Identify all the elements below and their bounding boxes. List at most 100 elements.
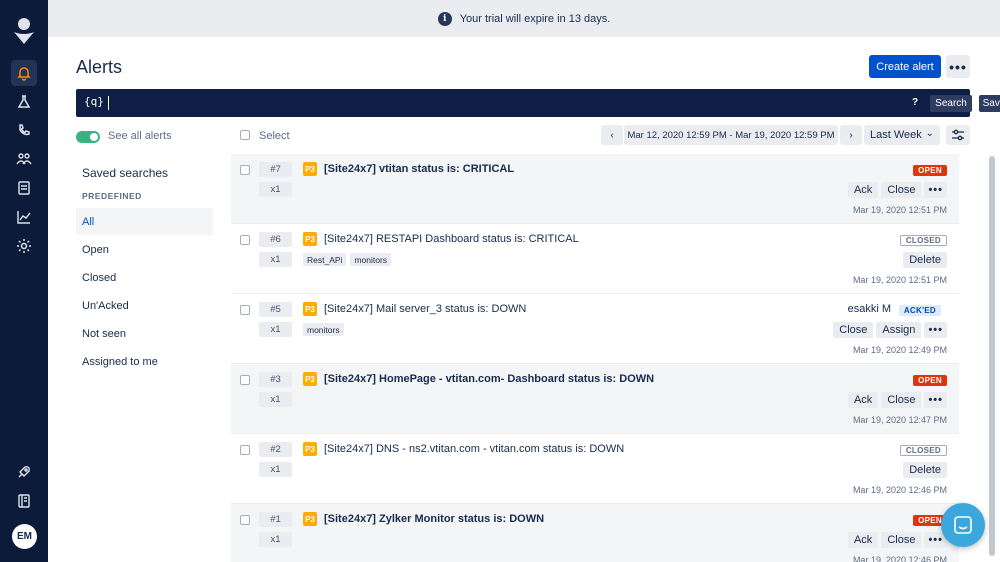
- alert-more-button[interactable]: •••: [924, 182, 947, 198]
- close-button[interactable]: Close: [881, 182, 922, 198]
- bell-icon[interactable]: [11, 60, 37, 86]
- alert-message[interactable]: [Site24x7] RESTAPI Dashboard status is: …: [324, 233, 579, 245]
- sliders-icon: [952, 129, 964, 141]
- alert-row[interactable]: #2 x1 P3 [Site24x7] DNS - ns2.vtitan.com - …: [231, 434, 959, 504]
- alert-checkbox[interactable]: [240, 515, 250, 525]
- alert-checkbox[interactable]: [240, 165, 250, 175]
- chat-button[interactable]: [941, 503, 985, 547]
- delete-button[interactable]: Delete: [903, 252, 947, 268]
- book-icon[interactable]: [11, 488, 37, 514]
- date-next-button[interactable]: ›: [840, 125, 862, 145]
- status-badge: OPEN: [913, 165, 947, 176]
- info-icon: i: [437, 11, 452, 26]
- flask-icon[interactable]: [11, 89, 37, 115]
- alert-row[interactable]: #7 x1 P3 [Site24x7] vtitan status is: CRITI…: [231, 154, 959, 224]
- alert-row[interactable]: #3 x1 P3 [Site24x7] HomePage - vtitan.com- …: [231, 364, 959, 434]
- chart-icon[interactable]: [11, 204, 37, 230]
- status-badge: CLOSED: [899, 235, 947, 246]
- alert-row[interactable]: #6 x1 P3 [Site24x7] RESTAPI Dashboard statu…: [231, 224, 959, 294]
- alert-message[interactable]: [Site24x7] Mail server_3 status is: DOWN: [324, 303, 526, 315]
- saved-searches-title: Saved searches: [82, 166, 169, 180]
- tag[interactable]: monitors: [303, 323, 344, 336]
- service-icon[interactable]: [11, 175, 37, 201]
- alert-checkbox[interactable]: [240, 235, 250, 245]
- alert-actions: Close Assign •••: [833, 322, 947, 338]
- alert-actions: Ack Close •••: [847, 182, 947, 198]
- saved-search-item[interactable]: Closed: [76, 264, 213, 291]
- saved-search-item[interactable]: Not seen: [76, 320, 213, 347]
- priority-badge: P3: [303, 442, 317, 456]
- save-search-button[interactable]: Save: [979, 95, 1000, 112]
- status-badge: ACK'ED: [898, 305, 941, 316]
- alert-checkbox[interactable]: [240, 375, 250, 385]
- page-title: Alerts: [76, 57, 123, 77]
- saved-search-item[interactable]: All: [76, 208, 213, 235]
- alert-checkbox[interactable]: [240, 305, 250, 315]
- select-all-checkbox[interactable]: [240, 130, 250, 140]
- alert-count: x1: [259, 252, 292, 267]
- alert-actions: Ack Close •••: [847, 392, 947, 408]
- date-range-picker[interactable]: Mar 12, 2020 12:59 PM - Mar 19, 2020 12:…: [624, 125, 838, 145]
- alert-more-button[interactable]: •••: [924, 392, 947, 408]
- trial-banner: i Your trial will expire in 13 days.: [48, 0, 1000, 37]
- delete-button[interactable]: Delete: [903, 462, 947, 478]
- search-button[interactable]: Search: [930, 95, 972, 112]
- alert-message[interactable]: [Site24x7] vtitan status is: CRITICAL: [324, 163, 514, 175]
- alert-actions: Ack Close •••: [847, 532, 947, 548]
- period-dropdown[interactable]: Last Week ⌄: [864, 125, 940, 145]
- chevron-down-icon: ⌄: [925, 127, 934, 139]
- alert-number: #5: [259, 302, 292, 317]
- alert-tags: monitors: [303, 323, 344, 336]
- banner-text: Your trial will expire in 13 days.: [459, 12, 611, 25]
- alert-timestamp: Mar 19, 2020 12:49 PM: [852, 345, 947, 355]
- saved-search-item[interactable]: Assigned to me: [76, 348, 213, 375]
- priority-badge: P3: [303, 512, 317, 526]
- alert-timestamp: Mar 19, 2020 12:46 PM: [852, 555, 947, 562]
- user-avatar[interactable]: EM: [12, 524, 37, 549]
- ack-button[interactable]: Ack: [847, 392, 879, 408]
- gear-icon[interactable]: [11, 233, 37, 259]
- close-button[interactable]: Close: [833, 322, 874, 338]
- saved-search-item[interactable]: Open: [76, 236, 213, 263]
- date-prev-button[interactable]: ‹: [601, 125, 623, 145]
- alert-tags: Rest_APi monitors: [303, 253, 392, 266]
- tag[interactable]: monitors: [350, 253, 392, 266]
- tag[interactable]: Rest_APi: [303, 253, 347, 266]
- alert-more-button[interactable]: •••: [924, 322, 947, 338]
- alert-checkbox[interactable]: [240, 445, 250, 455]
- alert-message[interactable]: [Site24x7] HomePage - vtitan.com- Dashbo…: [324, 373, 654, 385]
- priority-badge: P3: [303, 162, 317, 176]
- close-button[interactable]: Close: [881, 392, 922, 408]
- search-bar[interactable]: {q} ? Search Save •••: [76, 89, 1000, 117]
- phone-icon[interactable]: [11, 117, 37, 143]
- create-alert-button[interactable]: Create alert: [869, 55, 941, 78]
- team-icon[interactable]: [11, 146, 37, 172]
- more-options-button[interactable]: •••: [946, 55, 970, 78]
- alert-row[interactable]: #1 x1 P3 [Site24x7] Zylker Monitor status i…: [231, 504, 959, 562]
- alert-count: x1: [259, 462, 292, 477]
- ack-button[interactable]: Ack: [847, 532, 879, 548]
- saved-search-item[interactable]: Un'Acked: [76, 292, 213, 319]
- alert-message[interactable]: [Site24x7] DNS - ns2.vtitan.com - vtitan…: [324, 443, 624, 455]
- alert-number: #3: [259, 372, 292, 387]
- alert-number: #1: [259, 512, 292, 527]
- alert-timestamp: Mar 19, 2020 12:47 PM: [852, 415, 947, 425]
- left-nav-rail: EM: [0, 0, 48, 562]
- alert-row[interactable]: #5 x1 P3 [Site24x7] Mail server_3 status is…: [231, 294, 959, 364]
- logo-icon[interactable]: [12, 16, 36, 46]
- scrollbar[interactable]: [988, 154, 996, 562]
- ack-button[interactable]: Ack: [847, 182, 879, 198]
- scrollbar-thumb[interactable]: [989, 156, 995, 556]
- priority-badge: P3: [303, 372, 317, 386]
- priority-badge: P3: [303, 232, 317, 246]
- alert-count: x1: [259, 532, 292, 547]
- help-icon[interactable]: ?: [912, 97, 918, 108]
- see-all-alerts-toggle[interactable]: [76, 131, 100, 143]
- close-button[interactable]: Close: [881, 532, 922, 548]
- status-badge: CLOSED: [899, 445, 947, 456]
- rocket-icon[interactable]: [11, 459, 37, 485]
- assign-button[interactable]: Assign: [876, 322, 922, 338]
- filter-button[interactable]: [946, 125, 970, 145]
- alert-count: x1: [259, 322, 292, 337]
- alert-message[interactable]: [Site24x7] Zylker Monitor status is: DOW…: [324, 513, 544, 525]
